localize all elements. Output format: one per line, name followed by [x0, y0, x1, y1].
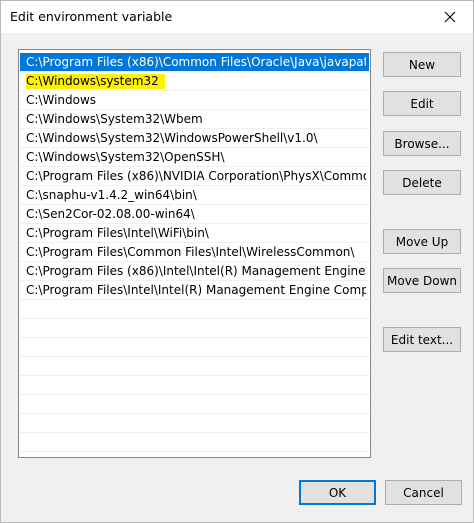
new-button[interactable]: New — [383, 52, 461, 77]
dialog-title: Edit environment variable — [10, 9, 173, 24]
list-item-path: C:\Sen2Cor-02.08.00-win64\ — [26, 207, 195, 221]
list-item-path: C:\Windows\System32\OpenSSH\ — [26, 150, 225, 164]
list-item[interactable]: C:\Program Files (x86)\Intel\Intel(R) Ma… — [20, 262, 369, 281]
list-item[interactable]: C:\Program Files (x86)\NVIDIA Corporatio… — [20, 167, 369, 186]
list-item[interactable]: C:\Windows — [20, 91, 369, 110]
list-item-path: C:\Program Files (x86)\Intel\Intel(R) Ma… — [26, 264, 366, 278]
edit-text-button[interactable]: Edit text... — [383, 327, 461, 352]
list-item-path: C:\Program Files\Intel\Intel(R) Manageme… — [26, 283, 366, 297]
list-item[interactable]: C:\Windows\system32 — [20, 72, 369, 91]
list-item-path: C:\Program Files (x86)\Common Files\Orac… — [26, 55, 366, 69]
close-icon — [444, 11, 456, 23]
empty-list-item[interactable] — [20, 414, 369, 433]
list-item[interactable]: C:\Windows\System32\Wbem — [20, 110, 369, 129]
list-item-path: C:\Program Files\Intel\WiFi\bin\ — [26, 226, 209, 240]
list-item-path: C:\Program Files (x86)\NVIDIA Corporatio… — [26, 169, 366, 183]
empty-list-item[interactable] — [20, 376, 369, 395]
empty-list-item[interactable] — [20, 433, 369, 452]
path-list[interactable]: C:\Program Files (x86)\Common Files\Orac… — [18, 49, 371, 458]
list-item[interactable]: C:\snaphu-v1.4.2_win64\bin\ — [20, 186, 369, 205]
edit-env-var-dialog: Edit environment variable C:\Program Fil… — [0, 0, 474, 523]
list-item-path: C:\Program Files\Common Files\Intel\Wire… — [26, 245, 355, 259]
browse-button[interactable]: Browse... — [383, 131, 461, 156]
empty-list-item[interactable] — [20, 338, 369, 357]
list-item-path: C:\Windows\system32 — [26, 74, 165, 89]
delete-button[interactable]: Delete — [383, 170, 461, 195]
list-item-path: C:\Windows\System32\Wbem — [26, 112, 203, 126]
list-item[interactable]: C:\Sen2Cor-02.08.00-win64\ — [20, 205, 369, 224]
list-item[interactable]: C:\Windows\System32\WindowsPowerShell\v1… — [20, 129, 369, 148]
empty-list-item[interactable] — [20, 395, 369, 414]
close-button[interactable] — [427, 1, 473, 33]
empty-list-item[interactable] — [20, 319, 369, 338]
list-item-path: C:\Windows\System32\WindowsPowerShell\v1… — [26, 131, 318, 145]
list-item-path: C:\Windows — [26, 93, 97, 107]
list-item[interactable]: C:\Program Files\Common Files\Intel\Wire… — [20, 243, 369, 262]
title-bar[interactable]: Edit environment variable — [1, 1, 473, 33]
empty-list-item[interactable] — [20, 300, 369, 319]
cancel-button[interactable]: Cancel — [385, 480, 462, 505]
move-down-button[interactable]: Move Down — [383, 268, 461, 293]
empty-list-item[interactable] — [20, 357, 369, 376]
list-item[interactable]: C:\Program Files\Intel\Intel(R) Manageme… — [20, 281, 369, 300]
list-item[interactable]: C:\Windows\System32\OpenSSH\ — [20, 148, 369, 167]
list-item[interactable]: C:\Program Files (x86)\Common Files\Orac… — [20, 53, 369, 72]
ok-button[interactable]: OK — [299, 480, 376, 505]
list-item[interactable]: C:\Program Files\Intel\WiFi\bin\ — [20, 224, 369, 243]
move-up-button[interactable]: Move Up — [383, 229, 461, 254]
list-item-path: C:\snaphu-v1.4.2_win64\bin\ — [26, 188, 197, 202]
edit-button[interactable]: Edit — [383, 91, 461, 116]
